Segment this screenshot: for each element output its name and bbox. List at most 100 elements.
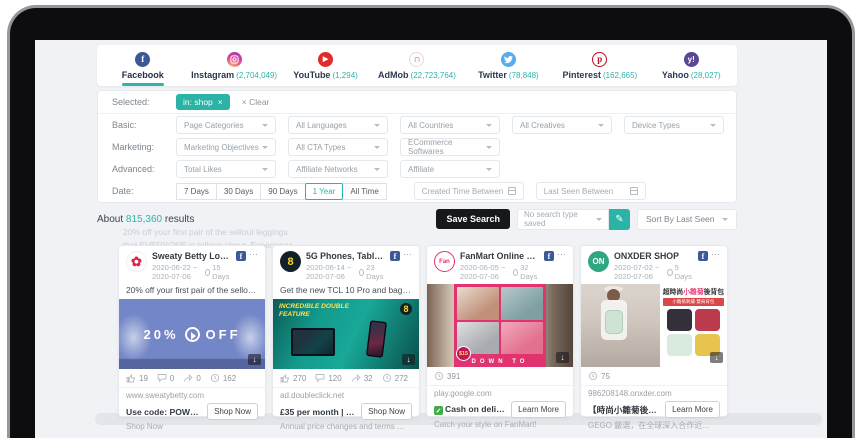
ad-card-5g-phones[interactable]: 8 5G Phones, Tablets & SIMs | ... 2020-0…: [272, 245, 420, 417]
download-icon[interactable]: ↓: [402, 354, 415, 365]
more-menu-icon[interactable]: ···: [557, 251, 566, 257]
ad-caption: Catch your style on FanMart!: [427, 420, 573, 433]
affiliate-select[interactable]: Affiliate: [400, 160, 500, 178]
date-7-days-button[interactable]: 7 Days: [176, 183, 217, 200]
basic-label: Basic:: [112, 120, 164, 130]
stats-row: 391: [427, 367, 573, 386]
download-icon[interactable]: ↓: [556, 352, 569, 363]
more-menu-icon[interactable]: ···: [711, 251, 720, 257]
tab-label: Twitter(78,848): [478, 70, 539, 80]
ad-domain-link[interactable]: www.sweatybetty.com: [119, 388, 265, 401]
sort-select[interactable]: Sort By Last Seen: [637, 209, 737, 230]
days-active: 23 Days: [359, 263, 385, 281]
affiliate-networks-select[interactable]: Affiliate Networks: [288, 160, 388, 178]
learn-more-button[interactable]: Learn More: [665, 401, 720, 418]
save-search-button[interactable]: Save Search: [436, 209, 510, 229]
languages-select[interactable]: All Languages: [288, 116, 388, 134]
learn-more-button[interactable]: Learn More: [511, 401, 566, 418]
avatar: ON: [588, 251, 609, 272]
ad-creative-image[interactable]: 超時尚小雛菊後背包 小雛菊刺繡·雙肩背包 ↓: [581, 284, 727, 367]
tab-youtube[interactable]: ▶ YouTube(1,294): [280, 45, 371, 86]
ad-creative-video[interactable]: 20% OFF ↓: [119, 299, 265, 369]
ad-creative-image[interactable]: INCREDIBLE DOUBLEFEATURE 8 ↓: [273, 299, 419, 369]
cta-types-select[interactable]: All CTA Types: [288, 138, 388, 156]
chevron-down-icon: [598, 124, 604, 127]
ad-domain-link[interactable]: ad.doubleclick.net: [273, 388, 419, 401]
ad-card-fanmart[interactable]: Fan FanMart Online Shopping - F... 2020-…: [426, 245, 574, 417]
more-menu-icon[interactable]: ···: [249, 251, 258, 257]
clock-icon: [359, 269, 364, 276]
like-icon: [126, 373, 136, 383]
tab-admob[interactable]: ∩ AdMob(22,723,764): [371, 45, 462, 86]
ad-card-sweaty-betty[interactable]: ✿ Sweaty Betty London | Wom... 2020-06-2…: [118, 245, 266, 417]
creative-text: 超時尚小雛菊後背包: [663, 286, 724, 296]
page-name[interactable]: FanMart Online Shopping - F...: [460, 251, 539, 261]
results-count-text: About 815,360 results: [97, 214, 194, 225]
facebook-badge-icon: f: [390, 251, 400, 261]
tab-pinterest[interactable]: p Pinterest(162,665): [554, 45, 645, 86]
tab-yahoo[interactable]: y! Yahoo(28,027): [646, 45, 737, 86]
creative-subtext: 小雛菊刺繡·雙肩背包: [663, 298, 724, 306]
creative-text: DOWN TO: [454, 359, 546, 365]
ad-card-onxder[interactable]: ON ONXDER SHOP 2020-07-02 ~ 2020-07-065 …: [580, 245, 728, 417]
total-likes-select[interactable]: Total Likes: [176, 160, 276, 178]
comment-icon: [315, 373, 325, 383]
chevron-down-icon: [486, 168, 492, 171]
tab-label: Pinterest(162,665): [562, 70, 637, 80]
page-name[interactable]: 5G Phones, Tablets & SIMs | ...: [306, 251, 385, 261]
date-range: 2020-06-22 ~ 2020-07-0615 Days: [152, 263, 231, 281]
pinterest-icon: p: [592, 52, 607, 67]
ad-domain-link[interactable]: play.google.com: [427, 386, 573, 399]
countries-select[interactable]: All Countries: [400, 116, 500, 134]
play-icon[interactable]: [185, 327, 200, 342]
advanced-label: Advanced:: [112, 164, 164, 174]
date-all-time-button[interactable]: All Time: [342, 183, 386, 200]
ecommerce-softwares-select[interactable]: ECommerce Softwares: [400, 138, 500, 156]
clock-icon: [205, 269, 210, 276]
ad-creative-image[interactable]: DOWN TO $15 ↓: [427, 284, 573, 367]
shop-now-button[interactable]: Shop Now: [207, 403, 258, 420]
clear-filters-link[interactable]: × Clear: [242, 97, 270, 107]
selected-label: Selected:: [112, 97, 164, 107]
page-name[interactable]: ONXDER SHOP: [614, 251, 693, 261]
tab-twitter[interactable]: Twitter(78,848): [463, 45, 554, 86]
ad-domain-link[interactable]: 986208148.onxder.com: [581, 386, 727, 399]
date-30-days-button[interactable]: 30 Days: [216, 183, 261, 200]
stats-row: 270 120 32 272: [273, 369, 419, 388]
date-1-year-button[interactable]: 1 Year: [305, 183, 344, 200]
device-types-select[interactable]: Device Types: [624, 116, 724, 134]
page-name[interactable]: Sweaty Betty London | Wom...: [152, 251, 231, 261]
like-count: 270: [280, 373, 306, 383]
creatives-select[interactable]: All Creatives: [512, 116, 612, 134]
last-seen-between-input[interactable]: Last Seen Between: [536, 182, 646, 200]
calendar-icon: [508, 187, 516, 195]
seen-count: 162: [210, 373, 236, 383]
product-photo: [457, 287, 499, 320]
page-categories-select[interactable]: Page Categories: [176, 116, 276, 134]
card-header: Fan FanMart Online Shopping - F... 2020-…: [427, 246, 573, 284]
facebook-badge-icon: f: [236, 251, 246, 261]
tab-instagram[interactable]: Instagram(2,704,049): [188, 45, 279, 86]
shop-now-button[interactable]: Shop Now: [361, 403, 412, 420]
date-range-group: 7 Days 30 Days 90 Days 1 Year All Time: [176, 183, 386, 200]
selected-chip-in-shop[interactable]: in: shop×: [176, 94, 230, 110]
download-icon[interactable]: ↓: [248, 354, 261, 365]
saved-search-box: No search type saved ✎: [517, 209, 630, 230]
download-icon[interactable]: ↓: [710, 352, 723, 363]
more-menu-icon[interactable]: ···: [403, 251, 412, 257]
comment-count: 0: [157, 373, 174, 383]
clock-icon: [667, 269, 673, 276]
date-90-days-button[interactable]: 90 Days: [260, 183, 305, 200]
stats-row: 19 0 0 162: [119, 369, 265, 388]
results-actions: Save Search No search type saved ✎ Sort …: [436, 209, 737, 230]
saved-search-select[interactable]: No search type saved: [517, 209, 609, 230]
card-header: ✿ Sweaty Betty London | Wom... 2020-06-2…: [119, 246, 265, 284]
marketing-objectives-select[interactable]: Marketing Objectives: [176, 138, 276, 156]
ad-headline: £35 per month | £30 upfront | ...: [280, 407, 357, 417]
chip-close-icon[interactable]: ×: [218, 97, 223, 107]
created-time-between-input[interactable]: Created Time Between: [414, 182, 524, 200]
clock-icon: [382, 373, 392, 383]
creative-text: OFF: [206, 327, 241, 342]
tab-facebook[interactable]: f Facebook: [97, 45, 188, 86]
edit-saved-search-button[interactable]: ✎: [609, 209, 630, 230]
